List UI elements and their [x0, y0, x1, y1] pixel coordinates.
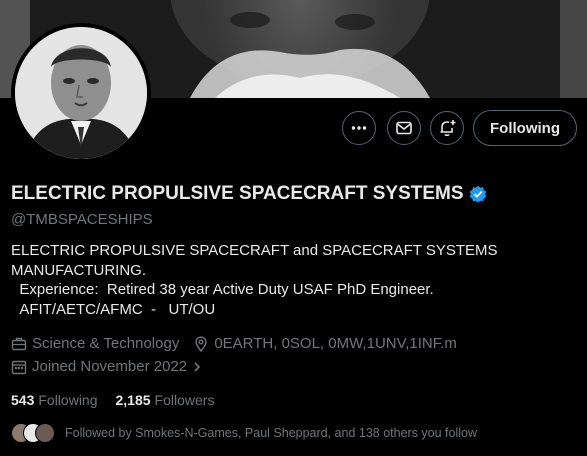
chevron-right-icon: [194, 361, 201, 372]
profile-category: Science & Technology 0EARTH, 0SOL, 0MW,1…: [11, 335, 457, 352]
mail-icon: [396, 121, 412, 135]
follower-avatar: [35, 423, 55, 443]
profile-name: ELECTRIC PROPULSIVE SPACECRAFT SYSTEMS: [11, 183, 464, 204]
verified-badge-icon[interactable]: [469, 185, 487, 203]
following-link[interactable]: 543 Following: [11, 392, 98, 408]
bell-plus-icon: [440, 120, 456, 137]
avatar[interactable]: [11, 23, 151, 163]
briefcase-icon: [11, 337, 27, 350]
following-button-label: Following: [490, 119, 560, 137]
follower-avatars: [11, 423, 55, 443]
followers-link[interactable]: 2,185 Followers: [116, 392, 215, 408]
followers-label: Followers: [154, 392, 215, 408]
profile-handle: @TMBSPACESHIPS: [11, 211, 153, 228]
message-button[interactable]: [387, 111, 421, 145]
profile-joined[interactable]: Joined November 2022: [11, 358, 208, 375]
location-pin-icon: [195, 335, 208, 352]
following-button[interactable]: Following: [473, 110, 577, 146]
followers-count: 2,185: [115, 392, 151, 408]
category-label: Science & Technology: [32, 335, 180, 352]
more-button[interactable]: [342, 111, 376, 145]
profile-location: 0EARTH, 0SOL, 0MW,1UNV,1INF.m: [193, 335, 457, 352]
more-icon: [351, 126, 367, 130]
followed-by-row[interactable]: Followed by Smokes-N-Games, Paul Sheppar…: [11, 423, 477, 443]
joined-label: Joined November 2022: [32, 358, 188, 375]
calendar-icon: [11, 360, 27, 374]
avatar-photo: [15, 27, 147, 159]
followed-by-text: Followed by Smokes-N-Games, Paul Sheppar…: [65, 426, 478, 440]
following-label: Following: [38, 392, 98, 408]
profile-stats: 543 Following 2,185 Followers: [11, 392, 214, 408]
notifications-button[interactable]: [430, 111, 464, 145]
following-count: 543: [11, 392, 35, 408]
profile-bio: ELECTRIC PROPULSIVE SPACECRAFT and SPACE…: [11, 242, 498, 318]
location-label: 0EARTH, 0SOL, 0MW,1UNV,1INF.m: [214, 335, 457, 352]
profile-name-row: ELECTRIC PROPULSIVE SPACECRAFT SYSTEMS: [11, 183, 487, 205]
